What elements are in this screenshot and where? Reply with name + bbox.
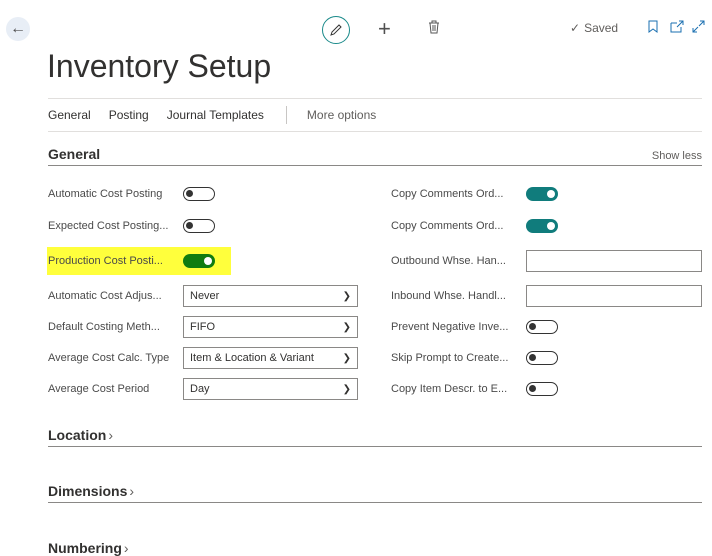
field-outbound-whse-handling: Outbound Whse. Han... <box>391 247 702 275</box>
open-new-window-button[interactable] <box>670 20 684 38</box>
field-label: Automatic Cost Posting <box>48 188 163 200</box>
select-value: Day <box>190 383 210 395</box>
general-left-column: Automatic Cost Posting Expected Cost Pos… <box>47 183 358 400</box>
dimensions-heading: Dimensions <box>48 483 128 499</box>
menu-posting[interactable]: Posting <box>109 108 149 122</box>
expand-button[interactable] <box>692 20 705 38</box>
field-default-costing-method: Default Costing Meth... FIFO ❯ <box>48 316 358 338</box>
chevron-right-icon: › <box>108 427 114 443</box>
default-costing-method-select[interactable]: FIFO ❯ <box>183 316 358 338</box>
field-label: Expected Cost Posting... <box>48 220 169 232</box>
delete-button[interactable] <box>428 20 440 39</box>
bookmark-button[interactable] <box>648 20 658 38</box>
field-copy-comments-order-2: Copy Comments Ord... <box>391 215 702 237</box>
field-prevent-negative-inventory: Prevent Negative Inve... <box>391 316 702 338</box>
numbering-heading: Numbering <box>48 540 122 556</box>
show-less-link[interactable]: Show less <box>652 150 702 162</box>
average-cost-calc-type-select[interactable]: Item & Location & Variant ❯ <box>183 347 358 369</box>
field-label: Outbound Whse. Han... <box>391 255 506 267</box>
field-label: Copy Item Descr. to E... <box>391 383 508 395</box>
chevron-down-icon: ❯ <box>342 352 351 364</box>
average-cost-period-select[interactable]: Day ❯ <box>183 378 358 400</box>
checkmark-icon: ✓ <box>570 21 581 35</box>
automatic-cost-adjustment-select[interactable]: Never ❯ <box>183 285 358 307</box>
field-production-cost-posting: Production Cost Posti... <box>47 247 231 275</box>
field-expected-cost-posting: Expected Cost Posting... <box>48 215 358 237</box>
outbound-whse-handling-input[interactable] <box>526 250 702 272</box>
edit-button[interactable] <box>322 16 350 44</box>
field-copy-comments-order-1: Copy Comments Ord... <box>391 183 702 205</box>
general-section-header[interactable]: General Show less <box>48 146 702 166</box>
field-label: Default Costing Meth... <box>48 321 160 333</box>
numbering-section-header[interactable]: Numbering › <box>48 540 129 556</box>
saved-status: ✓ Saved <box>570 21 618 35</box>
menu-divider <box>285 106 287 124</box>
automatic-cost-posting-toggle[interactable] <box>183 187 215 201</box>
more-options-button[interactable]: More options <box>307 108 376 122</box>
chevron-right-icon: › <box>129 483 135 499</box>
expand-icon <box>692 20 705 33</box>
field-label: Average Cost Calc. Type <box>48 352 170 364</box>
location-section-header[interactable]: Location › <box>48 427 702 447</box>
trash-icon <box>429 20 439 34</box>
field-average-cost-period: Average Cost Period Day ❯ <box>48 378 358 400</box>
field-label: Skip Prompt to Create... <box>391 352 509 364</box>
pencil-icon <box>330 24 342 36</box>
dimensions-section-header[interactable]: Dimensions › <box>48 483 702 503</box>
select-value: Item & Location & Variant <box>190 352 314 364</box>
menu-journal-templates[interactable]: Journal Templates <box>167 108 264 122</box>
chevron-right-icon: › <box>123 540 129 556</box>
copy-comments-order-toggle-1[interactable] <box>526 187 558 201</box>
action-bar: General Posting Journal Templates More o… <box>48 98 702 132</box>
general-heading: General <box>48 146 101 162</box>
saved-label: Saved <box>584 21 619 35</box>
location-heading: Location <box>48 427 107 443</box>
chevron-down-icon: ❯ <box>342 383 351 395</box>
bookmark-icon <box>648 20 658 33</box>
expected-cost-posting-toggle[interactable] <box>183 219 215 233</box>
menu-general[interactable]: General <box>48 108 91 122</box>
page-title: Inventory Setup <box>47 48 272 84</box>
copy-comments-order-toggle-2[interactable] <box>526 219 558 233</box>
field-label: Average Cost Period <box>48 383 150 395</box>
plus-icon: + <box>378 16 391 41</box>
copy-item-descr-toggle[interactable] <box>526 382 558 396</box>
field-label: Inbound Whse. Handl... <box>391 290 506 302</box>
chevron-down-icon: ❯ <box>342 321 351 333</box>
open-new-window-icon <box>670 20 684 33</box>
new-button[interactable]: + <box>378 17 391 41</box>
field-label: Production Cost Posti... <box>48 255 163 267</box>
chevron-down-icon: ❯ <box>342 290 351 302</box>
skip-prompt-to-create-toggle[interactable] <box>526 351 558 365</box>
field-label: Automatic Cost Adjus... <box>48 290 162 302</box>
field-skip-prompt-to-create: Skip Prompt to Create... <box>391 347 702 369</box>
field-automatic-cost-adjustment: Automatic Cost Adjus... Never ❯ <box>48 285 358 307</box>
prevent-negative-inventory-toggle[interactable] <box>526 320 558 334</box>
inbound-whse-handling-input[interactable] <box>526 285 702 307</box>
arrow-left-icon: ← <box>10 20 26 37</box>
field-average-cost-calc-type: Average Cost Calc. Type Item & Location … <box>48 347 358 369</box>
general-right-column: Copy Comments Ord... Copy Comments Ord..… <box>391 183 702 400</box>
select-value: Never <box>190 290 220 302</box>
field-automatic-cost-posting: Automatic Cost Posting <box>48 183 358 205</box>
field-copy-item-descr: Copy Item Descr. to E... <box>391 378 702 400</box>
select-value: FIFO <box>190 321 216 333</box>
field-label: Prevent Negative Inve... <box>391 321 509 333</box>
field-label: Copy Comments Ord... <box>391 188 504 200</box>
back-button[interactable]: ← <box>6 17 30 41</box>
field-label: Copy Comments Ord... <box>391 220 504 232</box>
production-cost-posting-toggle[interactable] <box>183 254 215 268</box>
field-inbound-whse-handling: Inbound Whse. Handl... <box>391 285 702 307</box>
